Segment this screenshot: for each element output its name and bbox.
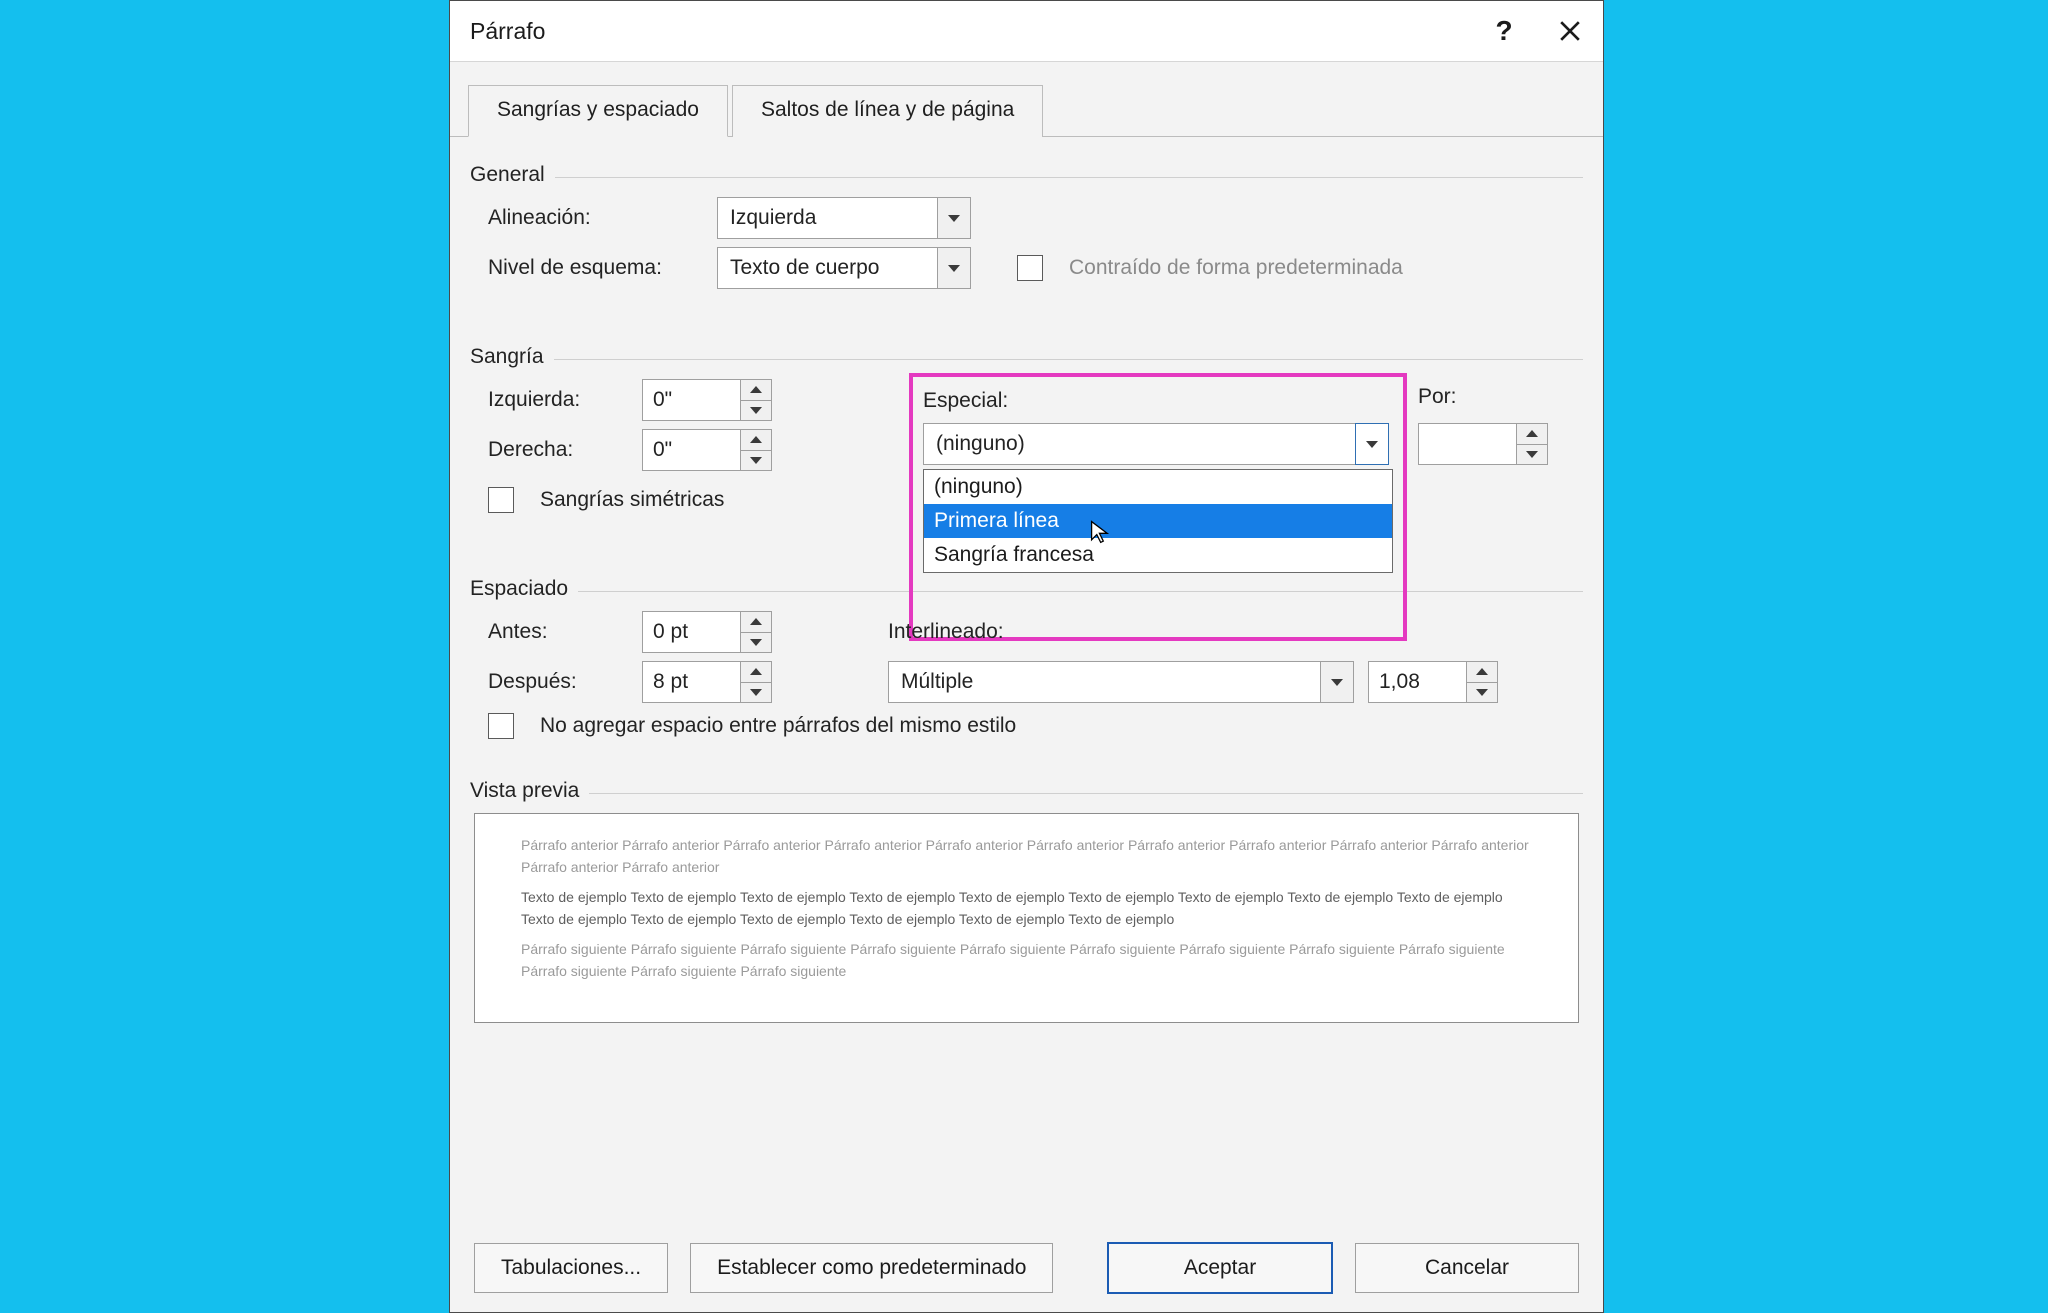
line-spacing-label: Interlineado: bbox=[888, 620, 1004, 644]
spinner-value: 0 pt bbox=[643, 620, 740, 644]
button-label: Cancelar bbox=[1425, 1256, 1509, 1280]
no-space-same-style-label: No agregar espacio entre párrafos del mi… bbox=[540, 714, 1016, 738]
special-option-hanging[interactable]: Sangría francesa bbox=[924, 538, 1392, 572]
spinner-buttons[interactable] bbox=[1466, 662, 1497, 702]
mirror-indents-checkbox[interactable] bbox=[488, 487, 514, 513]
line-spacing-at-spinner[interactable]: 1,08 bbox=[1368, 661, 1498, 703]
tab-line-page-breaks[interactable]: Saltos de línea y de página bbox=[732, 85, 1043, 137]
indent-left-spinner[interactable]: 0" bbox=[642, 379, 772, 421]
spinner-buttons[interactable] bbox=[740, 612, 771, 652]
spinner-value: 0" bbox=[643, 438, 740, 462]
outline-level-select[interactable]: Texto de cuerpo bbox=[717, 247, 971, 289]
set-as-default-button[interactable]: Establecer como predeterminado bbox=[690, 1243, 1053, 1293]
section-heading: General bbox=[470, 163, 545, 187]
indent-right-label: Derecha: bbox=[488, 438, 628, 462]
tab-label: Sangrías y espaciado bbox=[497, 98, 699, 121]
tabs-button[interactable]: Tabulaciones... bbox=[474, 1243, 668, 1293]
help-button[interactable]: ? bbox=[1471, 1, 1537, 61]
spacing-after-spinner[interactable]: 8 pt bbox=[642, 661, 772, 703]
ok-button[interactable]: Aceptar bbox=[1107, 1242, 1333, 1294]
divider bbox=[555, 177, 1583, 178]
mirror-indents-label: Sangrías simétricas bbox=[540, 488, 724, 512]
section-heading: Espaciado bbox=[470, 577, 568, 601]
outline-level-label: Nivel de esquema: bbox=[488, 256, 703, 280]
select-value: Texto de cuerpo bbox=[730, 256, 937, 280]
chevron-down-icon bbox=[937, 198, 970, 238]
preview-after-text: Párrafo siguiente Párrafo siguiente Párr… bbox=[521, 938, 1532, 982]
spacing-before-label: Antes: bbox=[488, 620, 628, 644]
indent-left-label: Izquierda: bbox=[488, 388, 628, 412]
spacing-after-label: Después: bbox=[488, 670, 628, 694]
tab-label: Saltos de línea y de página bbox=[761, 98, 1014, 121]
tab-strip: Sangrías y espaciado Saltos de línea y d… bbox=[450, 84, 1603, 137]
preview-sample-text: Texto de ejemplo Texto de ejemplo Texto … bbox=[521, 886, 1532, 930]
preview-box: Párrafo anterior Párrafo anterior Párraf… bbox=[474, 813, 1579, 1023]
close-button[interactable] bbox=[1537, 1, 1603, 61]
collapsed-by-default-checkbox[interactable] bbox=[1017, 255, 1043, 281]
chevron-down-icon bbox=[937, 248, 970, 288]
line-spacing-select[interactable]: Múltiple bbox=[888, 661, 1354, 703]
indent-right-spinner[interactable]: 0" bbox=[642, 429, 772, 471]
special-indent-dropdown-list: (ninguno) Primera línea Sangría francesa bbox=[923, 469, 1393, 573]
button-label: Aceptar bbox=[1184, 1256, 1256, 1280]
section-general: General Alineación: Izquierda Nivel de e… bbox=[470, 163, 1583, 289]
titlebar: Párrafo ? bbox=[450, 1, 1603, 62]
select-value: Izquierda bbox=[730, 206, 937, 230]
spacing-before-spinner[interactable]: 0 pt bbox=[642, 611, 772, 653]
section-indentation: Sangría Izquierda: 0" Especial: (ninguno… bbox=[470, 345, 1583, 513]
indent-by-label: Por: bbox=[1418, 385, 1548, 409]
spinner-value: 0" bbox=[643, 388, 740, 412]
special-indent-label: Especial: bbox=[923, 389, 1393, 413]
spinner-buttons[interactable] bbox=[740, 662, 771, 702]
select-value: Múltiple bbox=[901, 670, 1320, 694]
alignment-select[interactable]: Izquierda bbox=[717, 197, 971, 239]
section-heading: Vista previa bbox=[470, 779, 579, 803]
preview-before-text: Párrafo anterior Párrafo anterior Párraf… bbox=[521, 834, 1532, 878]
spinner-buttons[interactable] bbox=[740, 380, 771, 420]
divider bbox=[554, 359, 1583, 360]
section-preview: Vista previa bbox=[470, 779, 1583, 803]
tab-indent-spacing[interactable]: Sangrías y espaciado bbox=[468, 85, 728, 137]
no-space-same-style-checkbox[interactable] bbox=[488, 713, 514, 739]
spinner-buttons[interactable] bbox=[740, 430, 771, 470]
alignment-label: Alineación: bbox=[488, 206, 703, 230]
dialog-footer: Tabulaciones... Establecer como predeter… bbox=[450, 1242, 1603, 1294]
close-icon bbox=[1559, 20, 1581, 42]
spinner-value: 8 pt bbox=[643, 670, 740, 694]
divider bbox=[589, 793, 1583, 794]
collapsed-by-default-label: Contraído de forma predeterminada bbox=[1069, 256, 1403, 280]
button-label: Establecer como predeterminado bbox=[717, 1256, 1026, 1280]
window-title: Párrafo bbox=[470, 18, 1471, 45]
cancel-button[interactable]: Cancelar bbox=[1355, 1243, 1579, 1293]
paragraph-dialog: Párrafo ? Sangrías y espaciado Saltos de… bbox=[449, 0, 1604, 1313]
chevron-down-icon bbox=[1320, 662, 1353, 702]
spinner-value: 1,08 bbox=[1369, 670, 1466, 694]
section-heading: Sangría bbox=[470, 345, 544, 369]
button-label: Tabulaciones... bbox=[501, 1256, 641, 1280]
